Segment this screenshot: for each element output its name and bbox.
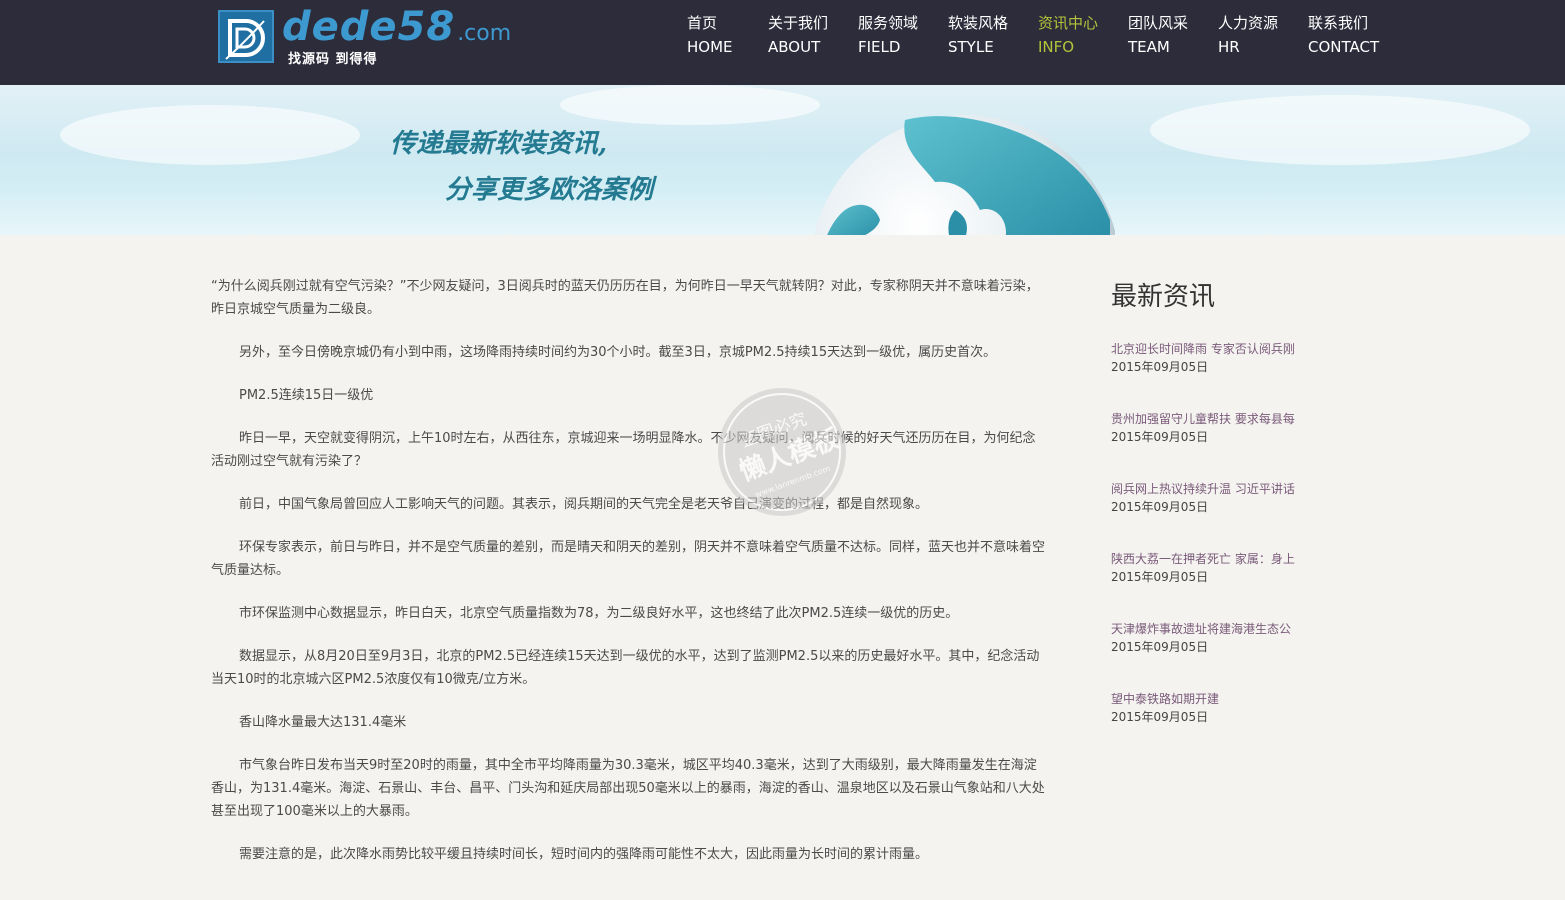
nav-item-en-label: HR	[1218, 38, 1240, 56]
nav-item-home[interactable]: 首页 HOME	[687, 11, 733, 59]
watermark-stamp: 盗图必究 懒人模板 www.lanrenmb.com	[718, 388, 846, 516]
article-subheading: 香山降水量最大达131.4毫米	[239, 715, 407, 730]
globe-icon	[814, 115, 1115, 235]
nav-item-en-label: HOME	[687, 38, 733, 56]
news-date: 2015年09月05日	[1111, 570, 1209, 584]
nav-item-cn-label: 团队风采	[1128, 14, 1189, 32]
page-banner: 传递最新软装资讯, 分享更多欧洛案例	[0, 85, 1565, 235]
logo-domain-suffix: .com	[457, 21, 512, 46]
news-list-item: 贵州加强留守儿童帮扶 要求每县每 2015年09月05日	[1111, 410, 1331, 480]
news-date: 2015年09月05日	[1111, 430, 1209, 444]
news-link[interactable]: 望中泰铁路如期开建	[1111, 690, 1311, 708]
news-date: 2015年09月05日	[1111, 500, 1209, 514]
news-link[interactable]: 陕西大荔一在押者死亡 家属：身上	[1111, 550, 1311, 568]
nav-item-en-label: FIELD	[858, 38, 901, 56]
article-paragraph: 环保专家表示，前日与昨日，并不是空气质量的差别，而是晴天和阴天的差别，阴天并不意…	[211, 540, 1046, 578]
article-paragraph: 前日，中国气象局曾回应人工影响天气的问题。其表示，阅兵期间的天气完全是老天爷自己…	[239, 497, 929, 512]
nav-item-field[interactable]: 服务领域 FIELD	[858, 11, 918, 59]
site-header: dede58.com 找源码 到得得 首页 HOME 关于我们 ABOUT 服务…	[0, 0, 1565, 85]
nav-item-cn-label: 人力资源	[1218, 14, 1279, 32]
news-list-item: 望中泰铁路如期开建 2015年09月05日	[1111, 690, 1331, 760]
nav-item-cn-label: 联系我们	[1308, 14, 1369, 32]
nav-item-cn-label: 软装风格	[948, 14, 1009, 32]
banner-slogan-line1: 传递最新软装资讯,	[390, 129, 608, 159]
news-link[interactable]: 阅兵网上热议持续升温 习近平讲话	[1111, 480, 1311, 498]
banner-cloud	[60, 105, 360, 165]
article-paragraph: 市气象台昨日发布当天9时至20时的雨量，其中全市平均降雨量为30.3毫米，城区平…	[211, 758, 1045, 819]
news-link[interactable]: 北京迎长时间降雨 专家否认阅兵刚	[1111, 340, 1311, 358]
nav-item-en-label: STYLE	[948, 38, 994, 56]
nav-item-cn-label: 首页	[687, 14, 718, 32]
article-subheading: PM2.5连续15日一级优	[239, 388, 374, 403]
nav-item-cn-label: 服务领域	[858, 14, 919, 32]
nav-item-cn-label: 关于我们	[768, 14, 829, 32]
article-paragraph: 市环保监测中心数据显示，昨日白天，北京空气质量指数为78，为二级良好水平，这也终…	[239, 606, 959, 621]
nav-item-info[interactable]: 资讯中心 INFO	[1038, 11, 1098, 59]
site-logo[interactable]: dede58.com 找源码 到得得	[218, 4, 511, 67]
article-paragraph: 另外，至今日傍晚京城仍有小到中雨，这场降雨持续时间约为30个小时。截至3日，京城…	[239, 345, 997, 360]
logo-slogan: 找源码 到得得	[288, 52, 378, 67]
nav-item-en-label: TEAM	[1128, 38, 1170, 56]
nav-item-en-label: INFO	[1038, 38, 1075, 56]
news-date: 2015年09月05日	[1111, 640, 1209, 654]
news-link[interactable]: 天津爆炸事故遗址将建海港生态公	[1111, 620, 1311, 638]
nav-item-team[interactable]: 团队风采 TEAM	[1128, 11, 1188, 59]
banner-slogan-line2: 分享更多欧洛案例	[445, 175, 654, 205]
banner-cloud	[1150, 95, 1530, 165]
nav-item-style[interactable]: 软装风格 STYLE	[948, 11, 1008, 59]
news-list-item: 北京迎长时间降雨 专家否认阅兵刚 2015年09月05日	[1111, 340, 1331, 410]
news-list-item: 天津爆炸事故遗址将建海港生态公 2015年09月05日	[1111, 620, 1331, 690]
article-paragraph: 昨日一早，天空就变得阴沉，上午10时左右，从西往东，京城迎来一场明显降水。不少网…	[211, 431, 1036, 469]
sidebar-title: 最新资讯	[1111, 282, 1216, 312]
latest-news-sidebar: 最新资讯 北京迎长时间降雨 专家否认阅兵刚 2015年09月05日 贵州加强留守…	[1111, 278, 1331, 760]
article-paragraph: “为什么阅兵刚过就有空气污染？”不少网友疑问，3日阅兵时的蓝天仍历历在目，为何昨…	[211, 279, 1039, 317]
nav-item-en-label: CONTACT	[1308, 38, 1380, 56]
article-body: “为什么阅兵刚过就有空气污染？”不少网友疑问，3日阅兵时的蓝天仍历历在目，为何昨…	[211, 275, 1047, 886]
article-paragraph: 需要注意的是，此次降水雨势比较平缓且持续时间长，短时间内的强降雨可能性不太大，因…	[239, 847, 929, 862]
nav-item-hr[interactable]: 人力资源 HR	[1218, 11, 1278, 59]
news-date: 2015年09月05日	[1111, 360, 1209, 374]
dede-logo-icon	[218, 10, 274, 63]
nav-item-en-label: ABOUT	[768, 38, 821, 56]
article-paragraph: 数据显示，从8月20日至9月3日，北京的PM2.5已经连续15天达到一级优的水平…	[211, 649, 1040, 687]
nav-item-contact[interactable]: 联系我们 CONTACT	[1308, 11, 1379, 59]
news-date: 2015年09月05日	[1111, 710, 1209, 724]
news-list-item: 阅兵网上热议持续升温 习近平讲话 2015年09月05日	[1111, 480, 1331, 550]
nav-item-about[interactable]: 关于我们 ABOUT	[768, 11, 828, 59]
news-link[interactable]: 贵州加强留守儿童帮扶 要求每县每	[1111, 410, 1311, 428]
logo-brand: dede58.com	[282, 4, 512, 50]
news-list-item: 陕西大荔一在押者死亡 家属：身上 2015年09月05日	[1111, 550, 1331, 620]
banner-cloud	[560, 85, 820, 125]
nav-item-cn-label: 资讯中心	[1038, 14, 1099, 32]
